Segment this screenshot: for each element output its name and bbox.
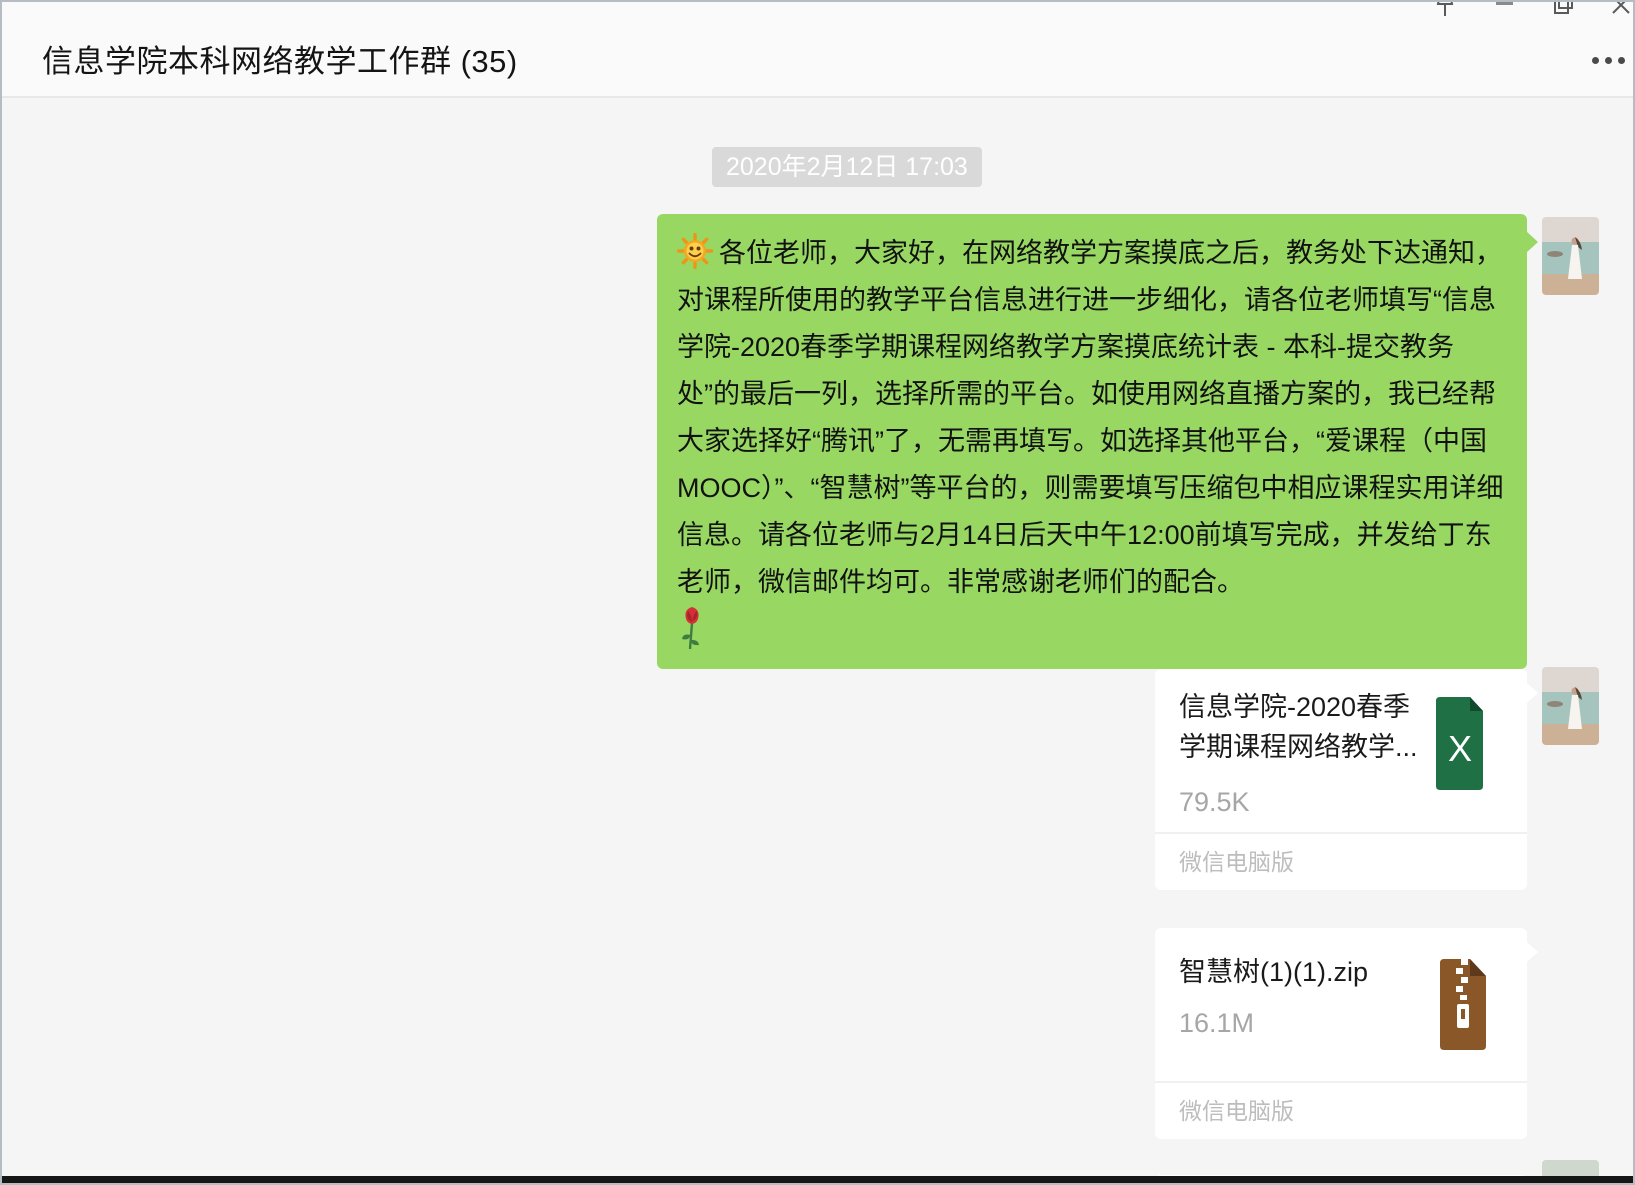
- zip-file-icon: [1437, 959, 1489, 1050]
- chat-title: 信息学院本科网络教学工作群 (35): [42, 36, 518, 81]
- message-text: 各位老师，大家好，在网络教学方案摸底之后，教务处下达通知，对课程所使用的教学平台…: [677, 238, 1503, 597]
- chat-header: 信息学院本科网络教学工作群 (35): [2, 2, 1633, 98]
- chat-message-area: 2020年2月12日 17:03 各位老师，大家好，在网络教学方案摸底之后，教务…: [2, 100, 1633, 1183]
- window-bottom-edge: [2, 1176, 1633, 1183]
- more-dots-icon[interactable]: [1592, 57, 1625, 64]
- file-message-excel[interactable]: 信息学院-2020春季学期课程网络教学... 79.5K X 微信电脑版: [1155, 669, 1527, 890]
- card-tail: [1527, 942, 1538, 962]
- file-name: 智慧树(1)(1).zip: [1179, 952, 1479, 992]
- file-size: 16.1M: [1179, 1008, 1254, 1039]
- rose-emoji: [677, 606, 707, 652]
- bubble-tail: [1526, 231, 1538, 253]
- sender-avatar[interactable]: [1542, 217, 1599, 295]
- outgoing-message-bubble[interactable]: 各位老师，大家好，在网络教学方案摸底之后，教务处下达通知，对课程所使用的教学平台…: [657, 214, 1527, 669]
- pin-icon[interactable]: [1434, 0, 1456, 18]
- file-source-label: 微信电脑版: [1155, 832, 1527, 890]
- file-size: 79.5K: [1179, 787, 1250, 818]
- excel-file-icon: X: [1433, 697, 1487, 790]
- file-message-zip[interactable]: 智慧树(1)(1).zip 16.1M 微信电脑版: [1155, 928, 1527, 1139]
- timestamp-badge: 2020年2月12日 17:03: [712, 147, 982, 187]
- minimize-icon[interactable]: [1496, 2, 1513, 5]
- restore-window-icon[interactable]: [1553, 0, 1575, 15]
- excel-letter: X: [1448, 728, 1472, 769]
- card-tail: [1527, 683, 1538, 703]
- file-source-label: 微信电脑版: [1155, 1081, 1527, 1139]
- file-name: 信息学院-2020春季学期课程网络教学...: [1179, 687, 1424, 767]
- rose-line: [677, 606, 1511, 653]
- sender-avatar[interactable]: [1542, 667, 1599, 745]
- close-icon[interactable]: [1611, 0, 1631, 15]
- sun-with-face-emoji: [677, 233, 713, 269]
- wechat-window: 信息学院本科网络教学工作群 (35) 2020年2月12日 17:03: [0, 0, 1635, 1185]
